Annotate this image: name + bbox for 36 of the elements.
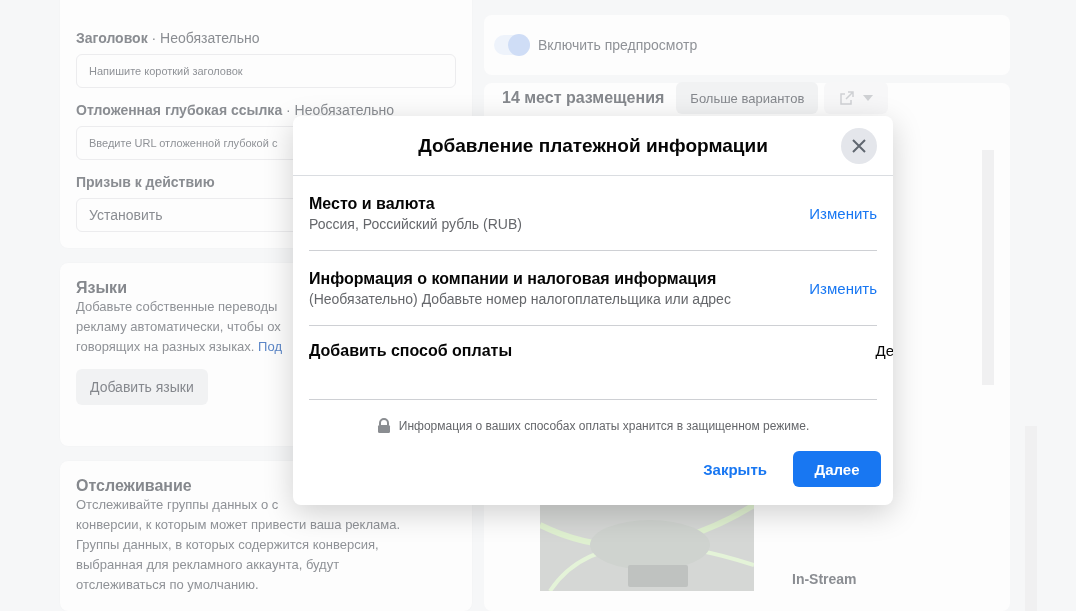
tracking-text: конверсии, к которым может привести ваша реклама. bbox=[76, 516, 401, 534]
section-subtitle: (Необязательно) Добавьте номер налогоплательщика или адрес bbox=[309, 290, 732, 307]
add-languages-button[interactable]: Добавить языки bbox=[76, 369, 208, 405]
section-title: Информация о компании и налоговая информация bbox=[309, 269, 718, 288]
headline-label: Заголовок · Необязательно bbox=[76, 30, 260, 46]
learn-more-link[interactable]: Под bbox=[258, 339, 282, 354]
languages-text: говорящих на разных языках. bbox=[76, 339, 255, 354]
next-button[interactable]: Далее bbox=[793, 451, 881, 487]
tracking-text: отслеживаться по умолчанию. bbox=[76, 576, 259, 594]
headline-field[interactable]: Напишите короткий заголовок bbox=[76, 54, 456, 88]
tracking-title: Отслеживание bbox=[76, 477, 192, 495]
cta-label: Призыв к действию bbox=[76, 174, 215, 190]
edit-link[interactable]: Изменить bbox=[809, 204, 877, 222]
secure-note: Информация о ваших способах оплаты хранится в защищенном режиме. bbox=[398, 418, 810, 433]
tracking-text: Отслеживайте группы данных о с bbox=[76, 496, 279, 514]
section-title: Добавить способ оплаты bbox=[309, 342, 514, 360]
preview-toggle[interactable] bbox=[494, 35, 530, 55]
deeplink-label: Отложенная глубокая ссылка · Необязательно bbox=[76, 102, 395, 118]
external-link-icon bbox=[839, 90, 856, 106]
preview-toggle-label: Включить предпросмотр bbox=[538, 37, 698, 53]
edit-link[interactable]: Изменить bbox=[809, 279, 877, 297]
languages-text: Добавьте собственные переводы bbox=[76, 298, 278, 316]
languages-title: Языки bbox=[76, 279, 127, 297]
placements-title: 14 мест размещения bbox=[502, 89, 665, 107]
tracking-text: Группы данных, в которых содержится конверсия, bbox=[76, 536, 379, 554]
share-menu-button[interactable] bbox=[824, 82, 889, 114]
languages-text: рекламу автоматически, чтобы ох bbox=[76, 318, 281, 336]
tracking-text: выбранная для рекламного аккаунта, будут bbox=[76, 556, 340, 574]
in-stream-label: In-Stream bbox=[792, 571, 858, 587]
close-icon bbox=[851, 138, 867, 154]
caret-icon bbox=[863, 95, 874, 101]
close-link[interactable]: Закрыть bbox=[697, 459, 773, 479]
lock-icon bbox=[376, 418, 391, 433]
more-options-button[interactable]: Больше вариантов bbox=[676, 82, 819, 114]
close-button[interactable] bbox=[841, 128, 877, 164]
section-action[interactable]: Де bbox=[875, 342, 893, 359]
